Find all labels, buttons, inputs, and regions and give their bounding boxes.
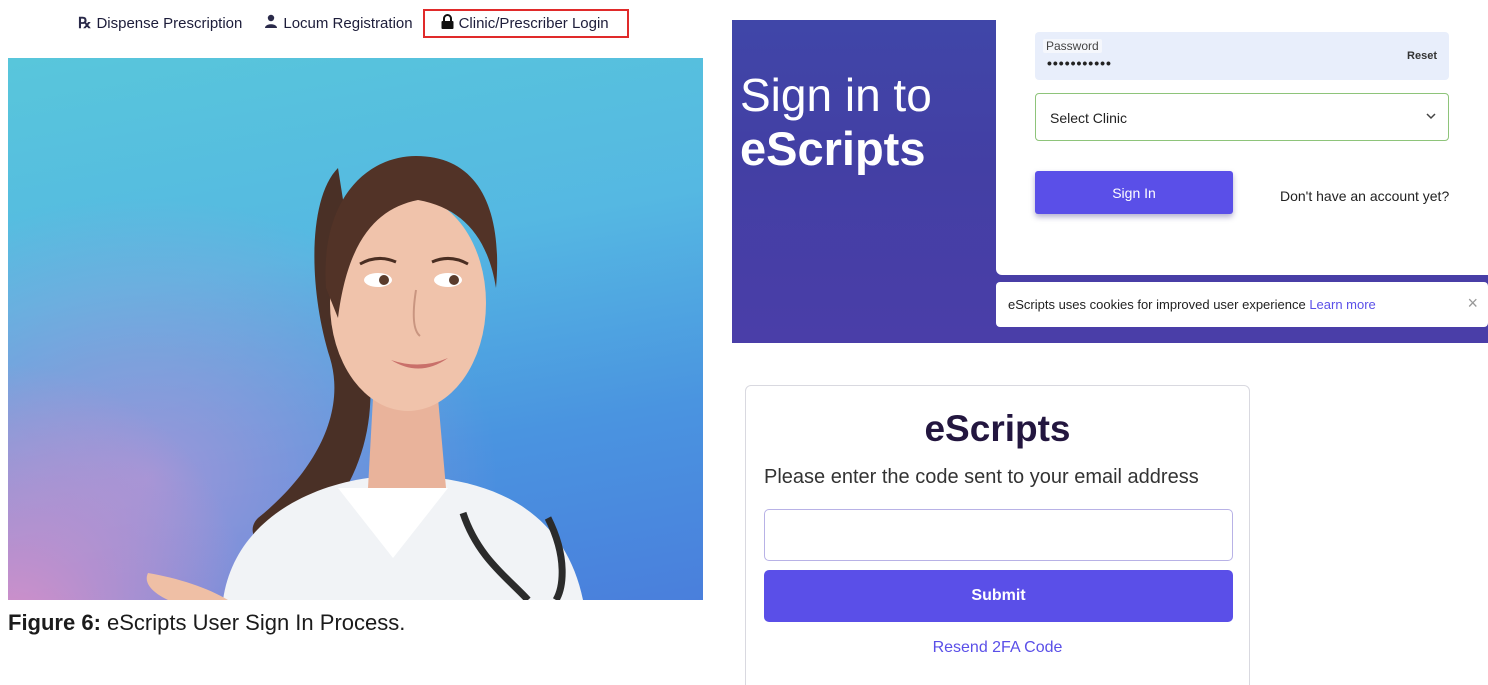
signin-button[interactable]: Sign In — [1035, 171, 1233, 214]
rx-icon: ℞ — [78, 15, 92, 32]
twofa-card: eScripts Please enter the code sent to y… — [745, 385, 1250, 685]
nav-dispense-prescription-label: Dispense Prescription — [96, 14, 243, 32]
signin-panel: Sign in to eScripts Password •••••••••••… — [732, 20, 1488, 343]
create-account-link[interactable]: Don't have an account yet? — [1280, 188, 1449, 204]
twofa-code-input[interactable] — [764, 509, 1233, 561]
doctor-illustration — [146, 156, 583, 600]
clinic-select[interactable]: Select Clinic — [1035, 93, 1449, 141]
chevron-down-icon — [1426, 108, 1436, 123]
figure-caption-prefix: Figure 6: — [8, 610, 101, 635]
user-icon — [264, 14, 278, 32]
twofa-prompt: Please enter the code sent to your email… — [764, 466, 1199, 488]
cookie-text-wrap: eScripts uses cookies for improved user … — [1008, 297, 1376, 312]
password-reset-button[interactable]: Reset — [1407, 50, 1437, 62]
top-nav: ℞ Dispense Prescription Locum Registrati… — [78, 8, 651, 38]
twofa-title: eScripts — [924, 408, 1071, 449]
password-value: ••••••••••• — [1047, 55, 1112, 71]
clinic-select-value: Select Clinic — [1050, 110, 1128, 126]
cookie-banner: eScripts uses cookies for improved user … — [996, 282, 1488, 327]
cookie-learn-more-link[interactable]: Learn more — [1309, 297, 1375, 312]
signin-heading: Sign in to eScripts — [740, 68, 932, 176]
lock-icon — [441, 13, 454, 33]
hero-doctor-photo — [8, 58, 703, 600]
nav-locum-registration[interactable]: Locum Registration — [264, 14, 413, 32]
close-icon[interactable]: × — [1467, 294, 1478, 312]
password-field[interactable]: Password ••••••••••• Reset — [1035, 32, 1449, 80]
nav-clinic-prescriber-login-label: Clinic/Prescriber Login — [458, 14, 609, 32]
submit-button[interactable]: Submit — [764, 570, 1233, 622]
resend-2fa-link[interactable]: Resend 2FA Code — [746, 639, 1249, 657]
nav-dispense-prescription[interactable]: ℞ Dispense Prescription — [78, 14, 243, 33]
figure-caption: Figure 6: eScripts User Sign In Process. — [8, 610, 405, 636]
figure-caption-text: eScripts User Sign In Process. — [100, 610, 406, 635]
signin-form-card: Password ••••••••••• Reset Select Clinic… — [996, 20, 1488, 275]
cookie-text: eScripts uses cookies for improved user … — [1008, 297, 1310, 312]
nav-locum-registration-label: Locum Registration — [283, 14, 413, 32]
signin-heading-line1: Sign in to — [740, 69, 932, 121]
nav-clinic-prescriber-login[interactable]: Clinic/Prescriber Login — [422, 8, 629, 38]
password-label: Password — [1043, 39, 1102, 53]
signin-heading-line2: eScripts — [740, 122, 926, 175]
